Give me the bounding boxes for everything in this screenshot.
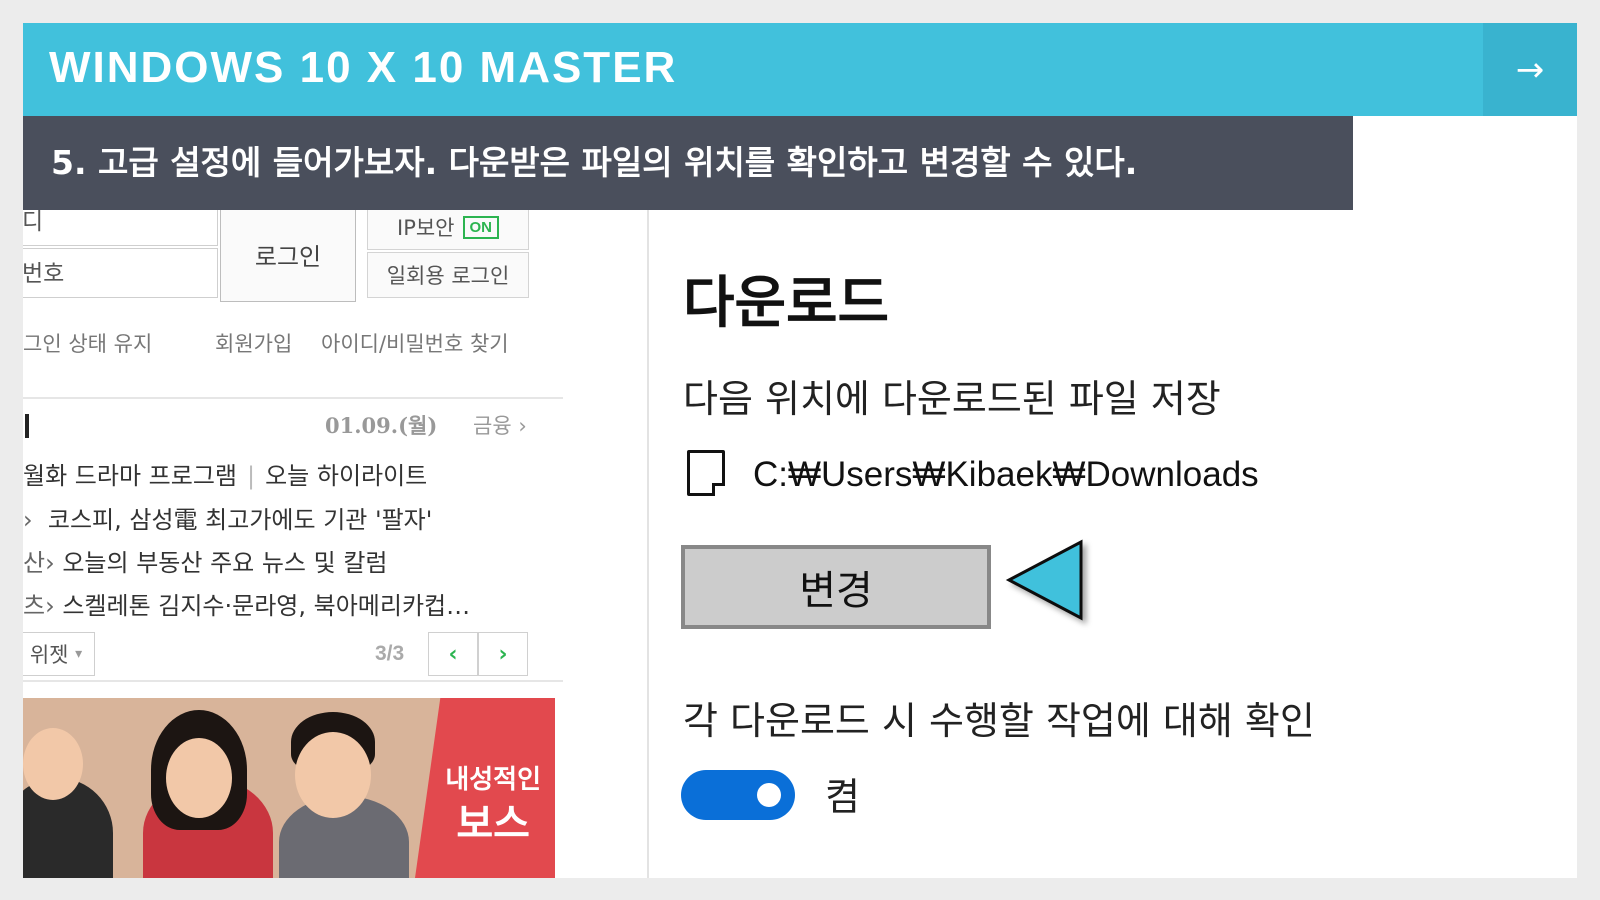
news-item[interactable]: 월화 드라마 프로그램 | 오늘 하이라이트 (23, 456, 427, 491)
news-item-prefix: › (23, 506, 33, 534)
folder-icon (687, 450, 725, 496)
id-field[interactable]: 디 (23, 210, 218, 246)
prev-page-button[interactable]: ‹ (428, 632, 478, 676)
caret-down-icon: ▾ (75, 646, 83, 662)
login-box: 디 번호 로그인 IP보안 ON 일회용 로그인 그인 상태 유지 회원가입 아… (23, 210, 563, 382)
signup-link[interactable]: 회원가입 (215, 328, 292, 358)
news-item-prefix: 산› (23, 549, 55, 577)
news-item-text: 스켈레톤 김지수·문라영, 북아메리카컵… (62, 592, 471, 620)
news-category[interactable]: 금융 › (473, 410, 527, 440)
news-item-text: 월화 드라마 프로그램 (23, 462, 237, 490)
pager-count: 3/3 (375, 642, 405, 665)
banner-logo: 내성적인 보스 (445, 764, 541, 850)
password-field[interactable]: 번호 (23, 248, 218, 298)
ip-on-badge[interactable]: ON (462, 215, 499, 239)
widget-dropdown[interactable]: 위젯 ▾ (23, 632, 95, 676)
news-item-extra[interactable]: 오늘 하이라이트 (265, 462, 427, 490)
ask-each-download-label: 각 다운로드 시 수행할 작업에 대해 확인 (683, 699, 1315, 743)
banner-logo-line: 내성적인 (445, 765, 541, 795)
section-marker (25, 414, 29, 438)
save-location-label: 다음 위치에 다운로드된 파일 저장 (683, 377, 1221, 421)
download-title: 다운로드 (683, 271, 890, 336)
ip-security-option[interactable]: IP보안 ON (367, 210, 529, 250)
news-item[interactable]: › 코스피, 삼성電 최고가에도 기관 '팔자' (23, 500, 432, 535)
download-path: C:₩Users₩Kibaek₩Downloads (753, 455, 1259, 494)
drama-banner[interactable]: 내성적인 보스 (23, 698, 555, 878)
news-date: 01.09.(월) (325, 413, 438, 438)
actor-face (295, 732, 371, 818)
slide-frame: WINDOWS 10 X 10 MASTER → 5. 고급 설정에 들어가보자… (23, 23, 1577, 878)
divider (23, 680, 563, 682)
news-header: 01.09.(월) 금융 › (23, 406, 548, 446)
panel-divider (647, 210, 649, 878)
banner-logo-line: 보스 (456, 800, 530, 847)
actress-face (166, 738, 232, 818)
step-caption: 5. 고급 설정에 들어가보자. 다운받은 파일의 위치를 확인하고 변경할 수… (23, 116, 1353, 210)
news-item[interactable]: 산› 오늘의 부동산 주요 뉴스 및 칼럼 (23, 543, 388, 578)
chevron-right-icon: › (518, 414, 527, 438)
find-account-link[interactable]: 아이디/비밀번호 찾기 (321, 328, 509, 358)
toggle-state-label: 켬 (825, 775, 860, 819)
toggle-knob (757, 783, 781, 807)
next-arrow-icon[interactable]: → (1483, 23, 1577, 116)
widget-label: 위젯 (29, 643, 69, 667)
header-bar: WINDOWS 10 X 10 MASTER → (23, 23, 1577, 116)
keep-login-link[interactable]: 그인 상태 유지 (23, 328, 152, 358)
chevron-left-icon: ‹ (448, 641, 458, 667)
otp-login-button[interactable]: 일회용 로그인 (367, 252, 529, 298)
ip-security-label: IP보안 (397, 216, 455, 240)
ask-toggle-switch[interactable] (681, 770, 795, 820)
divider (23, 397, 563, 399)
news-item-prefix: 츠› (23, 592, 55, 620)
news-item-text: 코스피, 삼성電 최고가에도 기관 '팔자' (47, 506, 433, 534)
portal-panel: 디 번호 로그인 IP보안 ON 일회용 로그인 그인 상태 유지 회원가입 아… (23, 210, 563, 878)
header-title: WINDOWS 10 X 10 MASTER (49, 43, 678, 92)
change-location-button[interactable]: 변경 (681, 545, 991, 629)
actor-face (23, 728, 83, 800)
chevron-right-icon: › (498, 641, 508, 667)
news-category-label: 금융 (473, 414, 512, 438)
login-button[interactable]: 로그인 (220, 210, 356, 302)
next-page-button[interactable]: › (478, 632, 528, 676)
download-settings-panel: 다운로드 다음 위치에 다운로드된 파일 저장 C:₩Users₩Kibaek₩… (681, 210, 1563, 878)
news-item-text: 오늘의 부동산 주요 뉴스 및 칼럼 (62, 549, 388, 577)
pointer-arrow-icon (1005, 539, 1083, 621)
news-item[interactable]: 츠› 스켈레톤 김지수·문라영, 북아메리카컵… (23, 586, 470, 621)
